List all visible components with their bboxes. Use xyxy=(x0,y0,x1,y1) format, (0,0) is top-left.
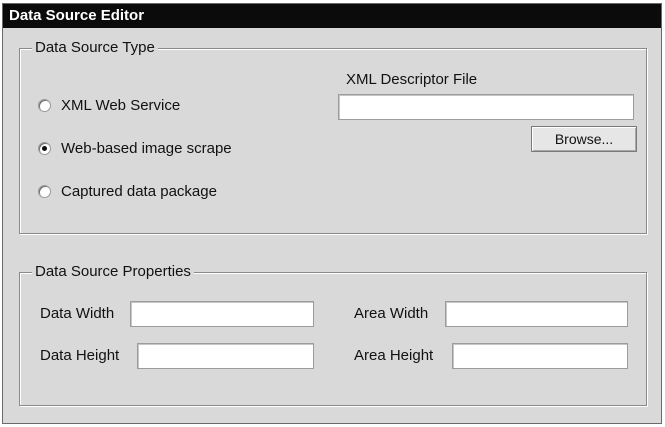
data-width-input[interactable] xyxy=(130,301,314,327)
radio-label-captured-data-package: Captured data package xyxy=(61,182,217,200)
radio-label-xml-web-service: XML Web Service xyxy=(61,96,181,114)
area-width-label: Area Width xyxy=(354,305,429,322)
xml-descriptor-file-label: XML Descriptor File xyxy=(346,71,478,88)
radio-xml-web-service[interactable]: XML Web Service xyxy=(38,94,180,116)
xml-descriptor-file-input[interactable] xyxy=(338,94,634,120)
radio-web-image-scrape[interactable]: Web-based image scrape xyxy=(38,137,232,159)
data-height-label: Data Height xyxy=(40,347,120,364)
radio-captured-data-package[interactable]: Captured data package xyxy=(38,180,217,202)
area-width-input[interactable] xyxy=(445,301,628,327)
data-width-label: Data Width xyxy=(40,305,115,322)
radio-button-selected-icon[interactable] xyxy=(38,141,51,155)
browse-button[interactable]: Browse... xyxy=(531,126,637,152)
data-source-properties-legend: Data Source Properties xyxy=(32,263,194,281)
data-source-editor-window: Data Source Editor Data Source Type XML … xyxy=(2,3,662,424)
area-height-input[interactable] xyxy=(452,343,628,369)
area-height-label: Area Height xyxy=(354,347,434,364)
data-height-input[interactable] xyxy=(137,343,314,369)
data-source-type-legend: Data Source Type xyxy=(32,39,158,57)
radio-button-icon[interactable] xyxy=(38,98,51,112)
window-title: Data Source Editor xyxy=(3,4,661,28)
radio-label-web-image-scrape: Web-based image scrape xyxy=(61,139,232,157)
data-source-type-group: Data Source Type XML Web Service Web-bas… xyxy=(19,39,647,234)
data-source-properties-group: Data Source Properties Data Width Data H… xyxy=(19,263,647,406)
radio-button-icon[interactable] xyxy=(38,184,51,198)
